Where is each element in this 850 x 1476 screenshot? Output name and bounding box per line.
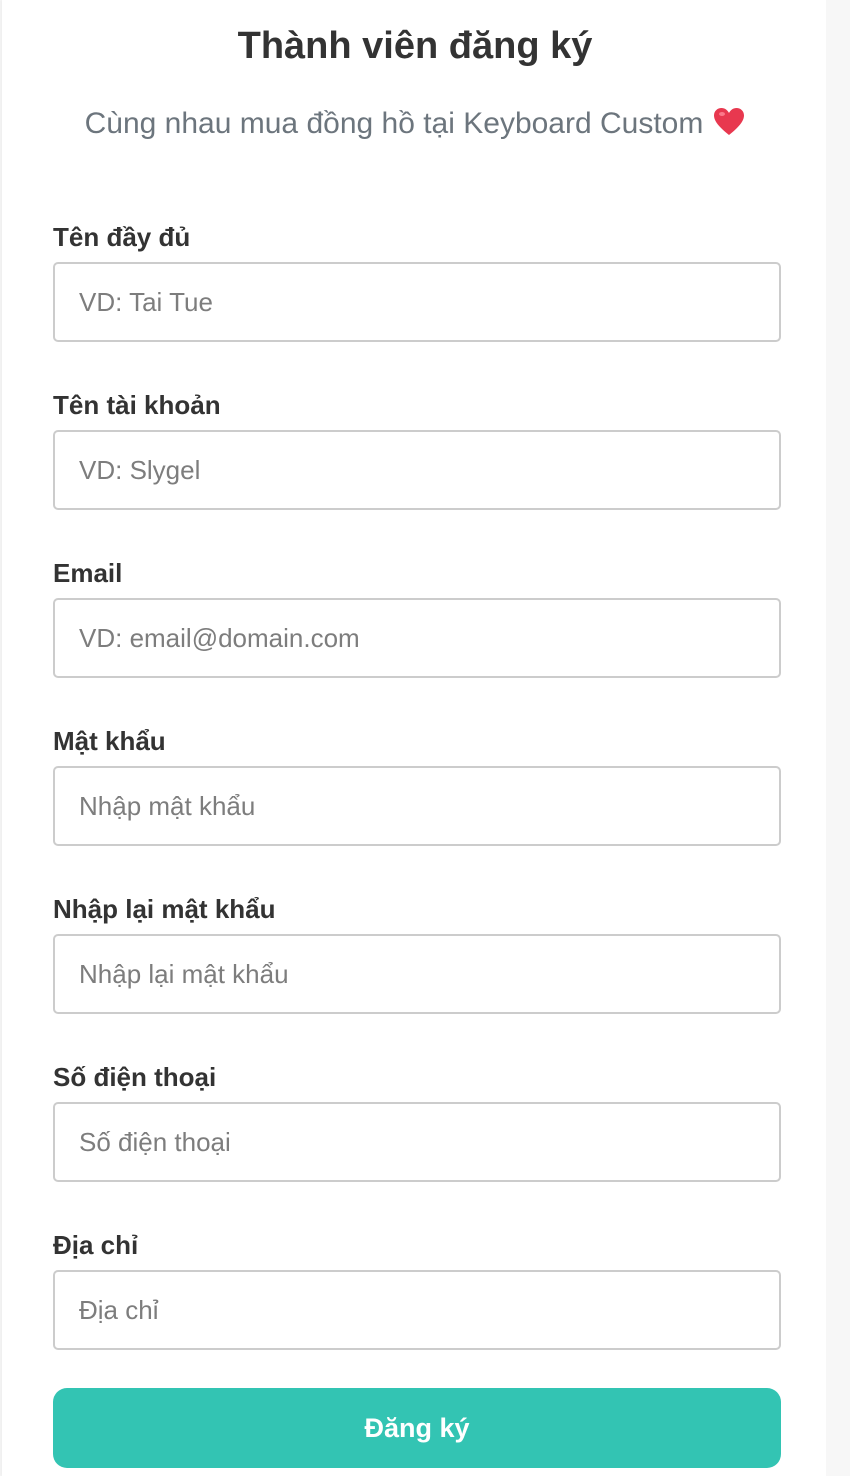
password-input[interactable]	[53, 766, 781, 846]
phone-input[interactable]	[53, 1102, 781, 1182]
signup-card: Thành viên đăng ký Cùng nhau mua đồng hồ…	[2, 0, 826, 1476]
register-button[interactable]: Đăng ký	[53, 1388, 781, 1468]
email-label: Email	[53, 558, 123, 588]
phone-field: Số điện thoại	[53, 1062, 781, 1182]
email-input[interactable]	[53, 598, 781, 678]
full-name-label: Tên đầy đủ	[53, 222, 191, 252]
confirm-password-field: Nhập lại mật khẩu	[53, 894, 781, 1014]
confirm-password-label: Nhập lại mật khẩu	[53, 894, 276, 924]
address-input[interactable]	[53, 1270, 781, 1350]
phone-label: Số điện thoại	[53, 1062, 217, 1092]
page-background-strip	[826, 0, 850, 1476]
subtitle-text: Cùng nhau mua đồng hồ tại Keyboard Custo…	[84, 107, 704, 140]
username-field: Tên tài khoản	[53, 390, 781, 510]
confirm-password-input[interactable]	[53, 934, 781, 1014]
address-label: Địa chỉ	[53, 1230, 139, 1260]
full-name-field: Tên đầy đủ	[53, 222, 781, 342]
page-title: Thành viên đăng ký	[237, 25, 593, 67]
username-input[interactable]	[53, 430, 781, 510]
username-label: Tên tài khoản	[53, 390, 221, 420]
email-field: Email	[53, 558, 781, 678]
full-name-input[interactable]	[53, 262, 781, 342]
heart-icon	[713, 107, 745, 137]
password-label: Mật khẩu	[53, 726, 166, 756]
password-field: Mật khẩu	[53, 726, 781, 846]
page-subtitle: Cùng nhau mua đồng hồ tại Keyboard Custo…	[2, 104, 828, 144]
address-field: Địa chỉ	[53, 1230, 781, 1350]
